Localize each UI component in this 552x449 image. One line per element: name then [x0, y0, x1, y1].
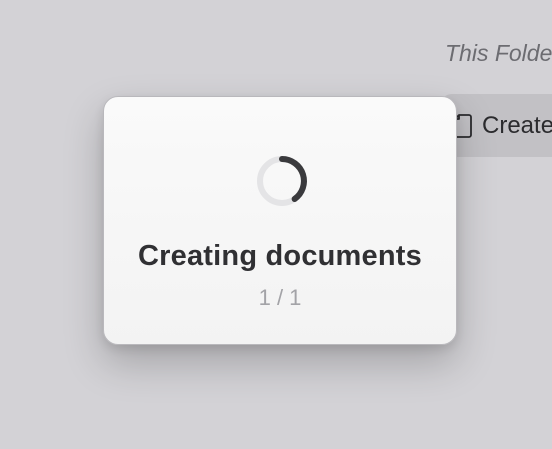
progress-dialog: Creating documents 1 / 1	[103, 96, 457, 345]
spinner-icon	[255, 154, 309, 208]
create-button-label: Create	[482, 111, 552, 139]
folder-label: This Folder	[445, 40, 552, 66]
dialog-title: Creating documents	[138, 240, 422, 272]
progress-count: 1 / 1	[258, 285, 302, 310]
